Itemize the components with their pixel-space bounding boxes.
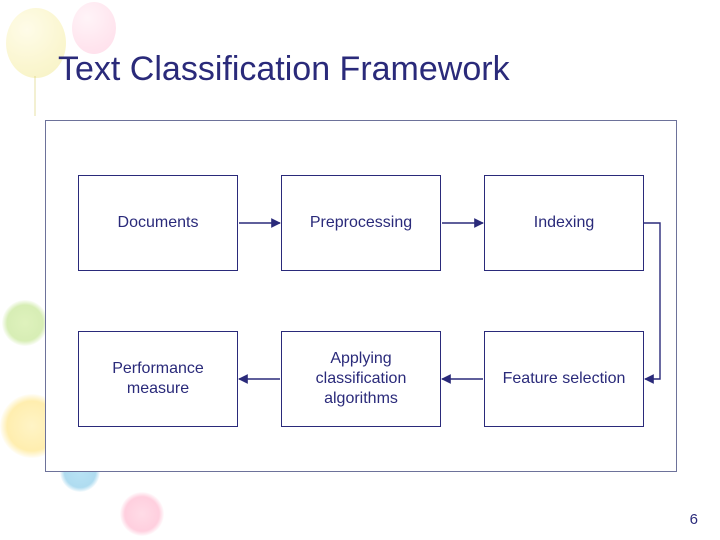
page-title: Text Classification Framework — [58, 50, 510, 89]
diagram-arrows — [46, 121, 676, 471]
arrow-indexing-to-feature-selection — [644, 223, 660, 379]
starburst-decoration — [120, 492, 164, 536]
balloon-string-decoration — [34, 76, 36, 116]
diagram-frame: Documents Preprocessing Indexing Perform… — [45, 120, 677, 472]
starburst-decoration — [2, 300, 48, 346]
page-number: 6 — [690, 511, 698, 528]
balloon-decoration — [6, 8, 66, 78]
balloon-decoration — [72, 2, 116, 54]
